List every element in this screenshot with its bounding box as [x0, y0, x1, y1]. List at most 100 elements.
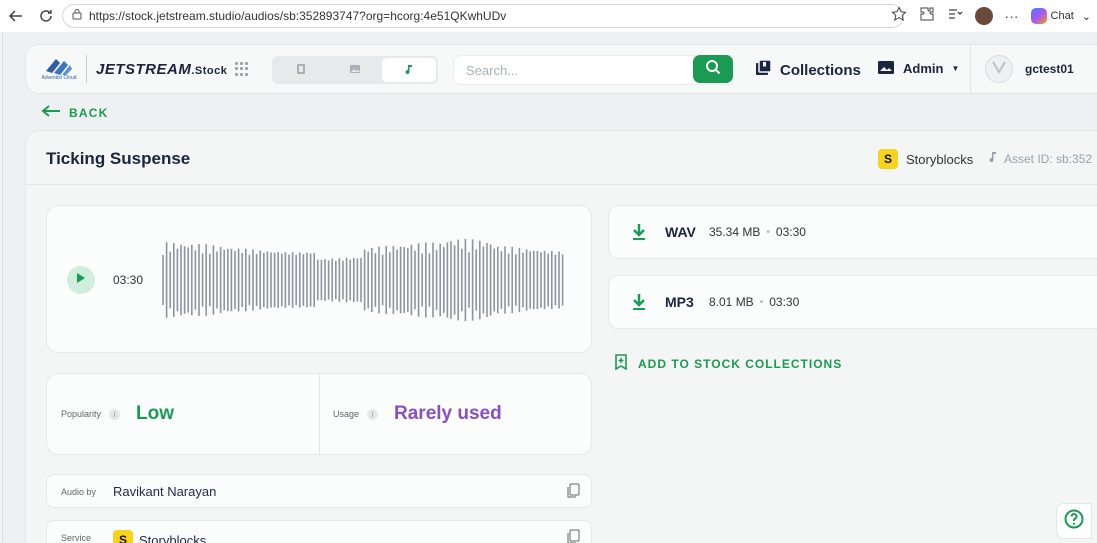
- audio-by-label: Audio by: [61, 487, 97, 497]
- back-link[interactable]: BACK: [41, 104, 108, 121]
- popularity-label: Popularity: [61, 409, 102, 419]
- caret-down-icon: ▼: [951, 64, 960, 73]
- image-tab[interactable]: [328, 58, 382, 82]
- audio-tab[interactable]: [382, 58, 436, 82]
- back-label: BACK: [69, 105, 109, 120]
- copilot-chat-button[interactable]: Chat ⌄: [1030, 8, 1091, 24]
- favorite-star-icon[interactable]: [890, 5, 907, 27]
- service-row: Service S Storyblocks: [46, 520, 592, 543]
- copy-icon[interactable]: [565, 483, 581, 499]
- download-wav-row[interactable]: WAV 35.34 MB • 03:30: [608, 205, 1097, 259]
- username[interactable]: gctest01: [1025, 62, 1074, 76]
- play-button[interactable]: [67, 266, 95, 294]
- play-icon: [76, 271, 86, 289]
- playback-time: 03:30: [113, 273, 144, 287]
- collections-browser-icon[interactable]: [947, 6, 963, 27]
- search-icon: [705, 59, 721, 80]
- address-bar[interactable]: https://stock.jetstream.studio/audios/sb…: [62, 4, 904, 28]
- popularity-stat: Popularity i Low: [61, 374, 174, 454]
- logo-caption: Adventist Cloud: [41, 75, 77, 81]
- url-text: https://stock.jetstream.studio/audios/sb…: [89, 9, 507, 23]
- popularity-value: Low: [136, 403, 175, 424]
- search-box: [453, 55, 733, 85]
- top-navigation: Adventist Cloud JETSTREAM.Stock Search..…: [25, 44, 1097, 94]
- music-note-icon: [403, 63, 415, 78]
- user-logo-icon: [990, 58, 1008, 81]
- audio-by-row: Audio by Ravikant Narayan: [46, 474, 592, 508]
- asset-header: Ticking Suspense S Storyblocks Asset ID:…: [26, 131, 1097, 185]
- audio-by-value: Ravikant Narayan: [113, 484, 216, 499]
- file-size: 35.34 MB: [709, 225, 761, 239]
- brand-name: JETSTREAM: [96, 61, 192, 78]
- usage-value: Rarely used: [394, 403, 502, 424]
- asset-id: Asset ID: sb:352: [988, 151, 1092, 166]
- collections-icon: [754, 59, 772, 81]
- music-note-icon: [988, 151, 998, 166]
- media-type-switch: [272, 56, 438, 84]
- collections-label: Collections: [780, 61, 861, 79]
- file-duration: 03:30: [775, 225, 806, 239]
- service-text: Storyblocks: [139, 532, 207, 543]
- download-icon[interactable]: [631, 223, 647, 241]
- add-to-collections-label: ADD TO STOCK COLLECTIONS: [638, 356, 843, 371]
- chevron-down-icon: ⌄: [1081, 10, 1091, 23]
- copy-icon[interactable]: [565, 529, 581, 543]
- admin-label: Admin: [903, 61, 944, 76]
- storyblocks-logo-icon: S: [878, 149, 898, 169]
- service-label: Service: [61, 533, 92, 543]
- brand-suffix: .Stock: [191, 65, 228, 77]
- image-icon: [349, 63, 361, 78]
- reload-icon[interactable]: [36, 6, 56, 26]
- file-duration: 03:30: [769, 295, 800, 309]
- adventist-cloud-logo[interactable]: Adventist Cloud: [41, 53, 77, 85]
- jetstream-wordmark[interactable]: JETSTREAM.Stock: [96, 61, 227, 78]
- asset-detail-card: Ticking Suspense S Storyblocks Asset ID:…: [25, 130, 1097, 543]
- browser-toolbar: https://stock.jetstream.studio/audios/sb…: [0, 0, 1097, 32]
- help-button[interactable]: [1056, 503, 1092, 539]
- admin-menu[interactable]: Admin ▼: [877, 59, 959, 78]
- usage-stat: Usage i Rarely used: [333, 374, 502, 454]
- search-input[interactable]: [454, 56, 694, 84]
- admin-icon: [877, 59, 895, 78]
- info-icon[interactable]: i: [109, 408, 121, 420]
- asset-title: Ticking Suspense: [46, 149, 191, 168]
- help-icon: [1064, 509, 1084, 534]
- usage-label: Usage: [333, 409, 360, 419]
- add-to-collections-button[interactable]: ADD TO STOCK COLLECTIONS: [614, 354, 842, 373]
- waveform[interactable]: [161, 236, 571, 324]
- download-icon[interactable]: [631, 293, 647, 311]
- asset-id-text: Asset ID: sb:352: [1004, 151, 1093, 166]
- download-mp3-row[interactable]: MP3 8.01 MB • 03:30: [608, 275, 1097, 329]
- stats-divider: [319, 374, 320, 454]
- separator-dot: •: [759, 296, 764, 308]
- provider-info: S Storyblocks: [878, 149, 973, 169]
- stats-panel: Popularity i Low Usage i Rarely used: [46, 373, 592, 455]
- bookmark-add-icon: [614, 354, 628, 373]
- extensions-icon[interactable]: [919, 6, 935, 27]
- video-tab[interactable]: [274, 58, 328, 82]
- back-arrow-icon[interactable]: [6, 6, 26, 26]
- logo-divider: [86, 55, 87, 83]
- browser-actions: ··· Chat ⌄: [890, 0, 1097, 32]
- file-format: MP3: [665, 294, 694, 310]
- file-format: WAV: [665, 224, 696, 240]
- apps-grid-icon[interactable]: [235, 62, 249, 76]
- arrow-left-icon: [41, 104, 61, 121]
- collections-link[interactable]: Collections: [754, 59, 861, 81]
- nav-divider: [970, 45, 971, 93]
- separator-dot: •: [766, 226, 770, 238]
- profile-avatar-icon[interactable]: [974, 7, 993, 25]
- chat-label: Chat: [1050, 10, 1074, 22]
- audio-by-text: Ravikant Narayan: [113, 484, 217, 499]
- service-value: S Storyblocks: [113, 530, 206, 543]
- info-icon[interactable]: i: [367, 408, 379, 420]
- search-button[interactable]: [693, 55, 733, 83]
- provider-name: Storyblocks: [906, 151, 974, 167]
- file-size: 8.01 MB: [709, 295, 754, 309]
- lock-icon: [71, 7, 83, 25]
- film-icon: [295, 63, 307, 78]
- more-menu-icon[interactable]: ···: [1005, 8, 1019, 24]
- audio-player: 03:30: [46, 205, 592, 353]
- user-avatar[interactable]: [985, 55, 1013, 83]
- copilot-icon: [1030, 8, 1047, 24]
